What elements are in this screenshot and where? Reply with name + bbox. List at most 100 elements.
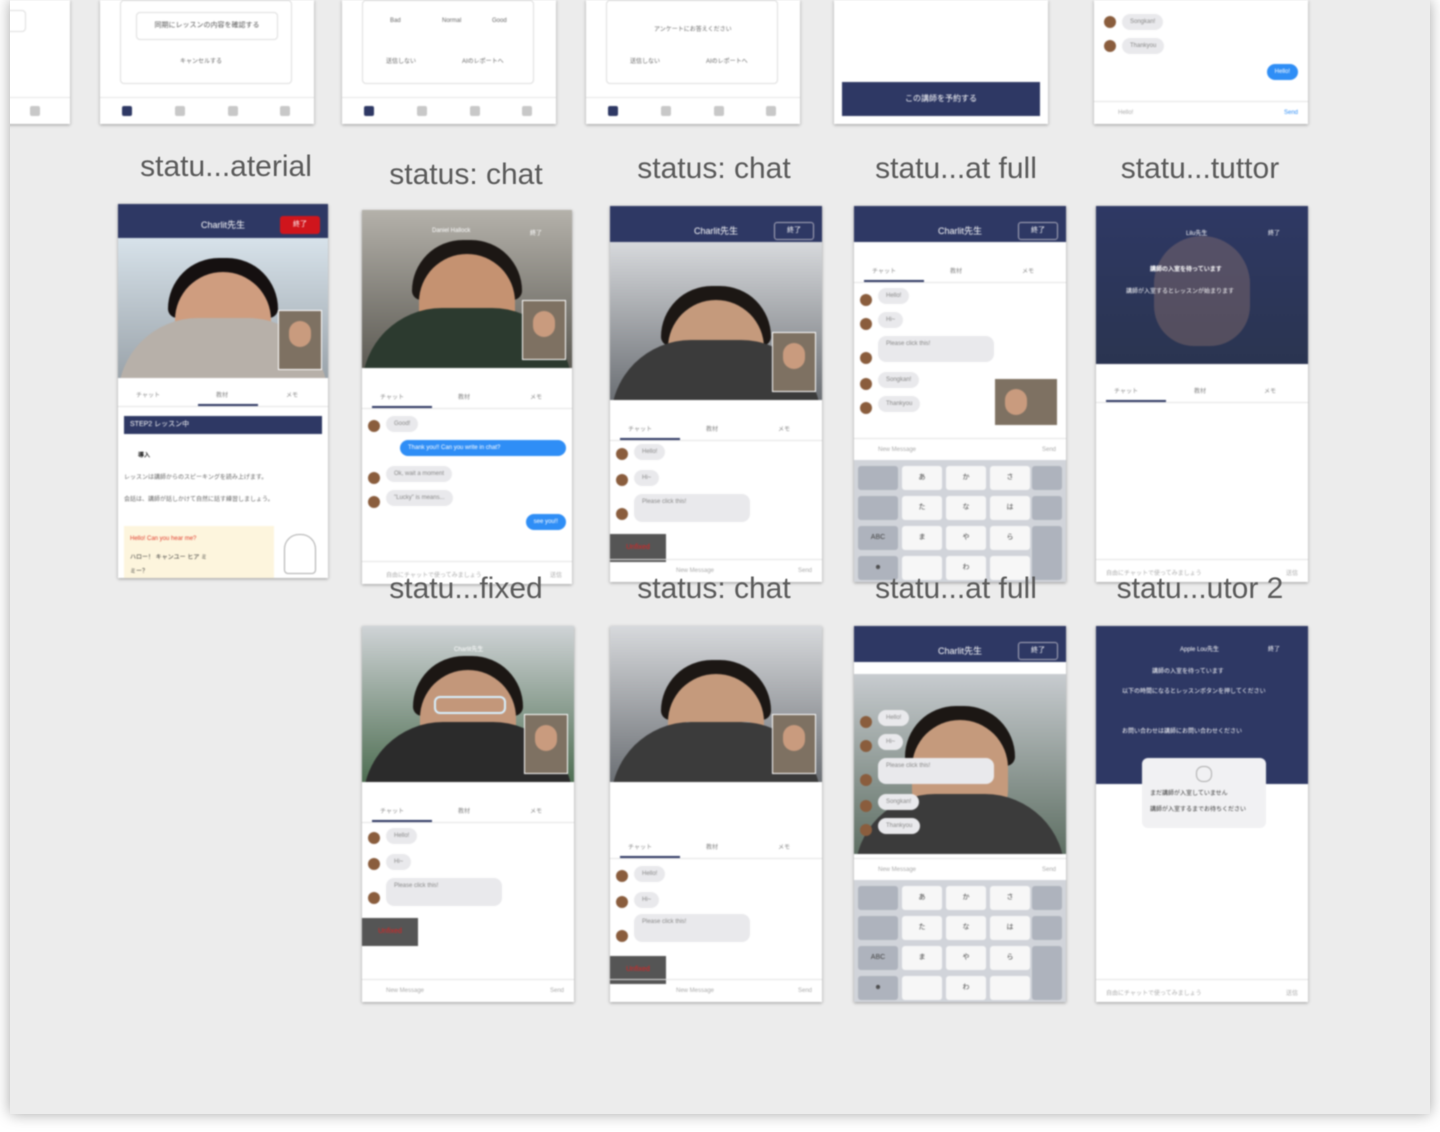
tab-note[interactable]: メモ: [286, 390, 298, 399]
artboard-label: statu...at full: [875, 152, 1037, 185]
artboard-status-chat-2[interactable]: Charlit先生 終了 チャット 教材 メモ Hello! Hi~ Pleas…: [610, 206, 822, 582]
self-video[interactable]: [524, 714, 568, 774]
tab-note[interactable]: メモ: [778, 424, 790, 433]
end-call-button[interactable]: 終了: [1268, 644, 1280, 653]
no-send-button[interactable]: 送信しない: [386, 56, 416, 65]
artboard-canvas: 同期にレッスンの内容を確認する キャンセルする Bad Normal Good …: [10, 0, 1430, 1114]
end-call-button[interactable]: 終了: [1018, 642, 1058, 660]
tab-material[interactable]: 教材: [1194, 386, 1206, 395]
partial-card: [10, 10, 26, 32]
send-button: Send: [797, 988, 812, 994]
nav-title: Apple Lou先生: [1180, 647, 1220, 653]
tab-chat[interactable]: チャット: [628, 842, 652, 851]
tab-material[interactable]: 教材: [706, 842, 718, 851]
ai-report-button[interactable]: AIのレポートへ: [462, 56, 504, 65]
artboard-lesson-review[interactable]: 同期にレッスンの内容を確認する キャンセルする: [100, 0, 314, 124]
tab-strip: チャット 教材 メモ: [118, 380, 328, 407]
keyboard[interactable]: あ か さ た な は ABC ま や ら ☻ わ: [854, 880, 1066, 1002]
survey-link[interactable]: アンケートにお答えください: [654, 24, 732, 33]
avatar: [616, 896, 628, 908]
message-input[interactable]: New Message Send: [362, 979, 574, 1002]
artboard-label: status: chat: [389, 158, 543, 191]
tab-chat[interactable]: チャット: [136, 390, 160, 399]
artboard-status-chat-3[interactable]: チャット 教材 メモ Hello! Hi~ Please click this!…: [610, 626, 822, 1002]
nav-bar: Charlit先生 終了: [610, 206, 822, 242]
end-call-button[interactable]: 終了: [530, 228, 542, 237]
no-send-button[interactable]: 送信しない: [630, 56, 660, 65]
chat-message: Songkan!: [878, 372, 920, 388]
tab-chat[interactable]: チャット: [380, 806, 404, 815]
artboard-label: statu...tuttor: [1120, 152, 1280, 185]
artboard-status-chat-1[interactable]: Daniel Hallock 終了 チャット 教材 メモ Good! Thank…: [362, 210, 572, 584]
message-input[interactable]: New Message Send: [610, 979, 822, 1002]
tab-material[interactable]: 教材: [458, 392, 470, 401]
tab-chat[interactable]: チャット: [380, 392, 404, 401]
artboard-book-teacher[interactable]: この講師を予約する: [834, 0, 1048, 124]
message-input[interactable]: Hello! Send: [1094, 101, 1308, 124]
artboard-survey[interactable]: アンケートにお答えください 送信しない AIのレポートへ: [586, 0, 800, 124]
book-teacher-button[interactable]: この講師を予約する: [842, 82, 1040, 116]
unfixed-button[interactable]: Unfixed: [362, 918, 418, 946]
video-view: Daniel Hallock 終了: [362, 210, 572, 368]
self-video[interactable]: [772, 714, 816, 774]
tab-material[interactable]: 教材: [950, 266, 962, 275]
message-input[interactable]: New Message Send: [854, 858, 1066, 881]
tab-material[interactable]: 教材: [706, 424, 718, 433]
end-call-button[interactable]: 終了: [280, 216, 320, 234]
waiting-message: 講師の入室を待っています: [1152, 669, 1224, 675]
rating-normal[interactable]: Normal: [442, 18, 461, 24]
message-input[interactable]: New Message Send: [854, 438, 1066, 461]
tab-note[interactable]: メモ: [530, 392, 542, 401]
avatar: [368, 420, 380, 432]
keyboard[interactable]: あ か さ た な は ABC ま や ら ☻ わ: [854, 460, 1066, 582]
tab-note[interactable]: メモ: [530, 806, 542, 815]
chat-message: Songkan!: [1122, 14, 1164, 30]
rating-good[interactable]: Good: [492, 18, 507, 24]
tab-chat[interactable]: チャット: [1114, 386, 1138, 395]
self-video[interactable]: [772, 332, 816, 392]
review-button[interactable]: 同期にレッスンの内容を確認する: [136, 12, 278, 40]
end-call-button[interactable]: 終了: [1268, 228, 1280, 237]
chat-message: Hi~: [634, 892, 660, 908]
chat-message: Please click this!: [634, 494, 750, 522]
tab-note[interactable]: メモ: [778, 842, 790, 851]
artboard-partial-0[interactable]: [10, 0, 70, 124]
waiting-sub: 講師が入室するとレッスンが始まります: [1126, 289, 1235, 295]
tab-chat[interactable]: チャット: [872, 266, 896, 275]
artboard-status-chat-full-1[interactable]: Charlit先生 終了 チャット 教材 メモ Hello! Hi~ Pleas…: [854, 206, 1066, 582]
tab-bar: [586, 97, 800, 124]
rating-bad[interactable]: Bad: [390, 18, 401, 24]
tab-note[interactable]: メモ: [1264, 386, 1276, 395]
self-video[interactable]: [278, 310, 322, 370]
end-call-button[interactable]: 終了: [774, 222, 814, 240]
tab-note[interactable]: メモ: [1022, 266, 1034, 275]
artboard-status-fixed[interactable]: Charlit先生 チャット 教材 メモ Hello! Hi~ Please c…: [362, 626, 574, 1002]
ai-report-button[interactable]: AIのレポートへ: [706, 56, 748, 65]
self-video[interactable]: [994, 378, 1058, 426]
lesson-body: レッスンは講師からのスピーキングを読み上げます。: [124, 475, 268, 481]
tab-material[interactable]: 教材: [216, 390, 228, 399]
avatar: [1104, 40, 1116, 52]
artboard-rating[interactable]: Bad Normal Good 送信しない AIのレポートへ: [342, 0, 556, 124]
tab-strip: チャット 教材 メモ: [610, 414, 822, 441]
message-input[interactable]: 自由にチャットで使ってみましょう 送信: [1096, 979, 1308, 1002]
tab-strip: チャット 教材 メモ: [854, 256, 1066, 283]
tab-strip: チャット 教材 メモ: [610, 832, 822, 859]
intro-label: 導入: [138, 453, 151, 459]
tab-chat[interactable]: チャット: [628, 424, 652, 433]
artboard-status-tutor-2[interactable]: Apple Lou先生 終了 講師の入室を待っています 以下の時間になるとレッス…: [1096, 626, 1308, 1002]
tab-strip: チャット 教材 メモ: [362, 382, 572, 409]
chat-message: Good!: [386, 416, 419, 432]
send-button: Send: [1041, 447, 1056, 453]
cancel-link[interactable]: キャンセルする: [180, 56, 222, 65]
artboard-status-tutor[interactable]: Lilu先生 終了 講師の入室を待っています 講師が入室するとレッスンが始まりま…: [1096, 206, 1308, 582]
tab-material[interactable]: 教材: [458, 806, 470, 815]
artboard-label: statu...fixed: [389, 572, 543, 605]
unfixed-button[interactable]: Unfixed: [610, 534, 666, 562]
artboard-chat-end[interactable]: Songkan! Thankyou Hello! Hello! Send: [1094, 0, 1308, 124]
self-video[interactable]: [522, 300, 566, 360]
artboard-status-chat-full-2[interactable]: Charlit先生 終了 Hello! Hi~ Please click thi…: [854, 626, 1066, 1002]
artboard-label: statu...at full: [875, 572, 1037, 605]
end-call-button[interactable]: 終了: [1018, 222, 1058, 240]
artboard-status-material[interactable]: Charlit先生 終了 チャット 教材 メモ STEP2 レッスン中 導入 レ…: [118, 204, 328, 578]
